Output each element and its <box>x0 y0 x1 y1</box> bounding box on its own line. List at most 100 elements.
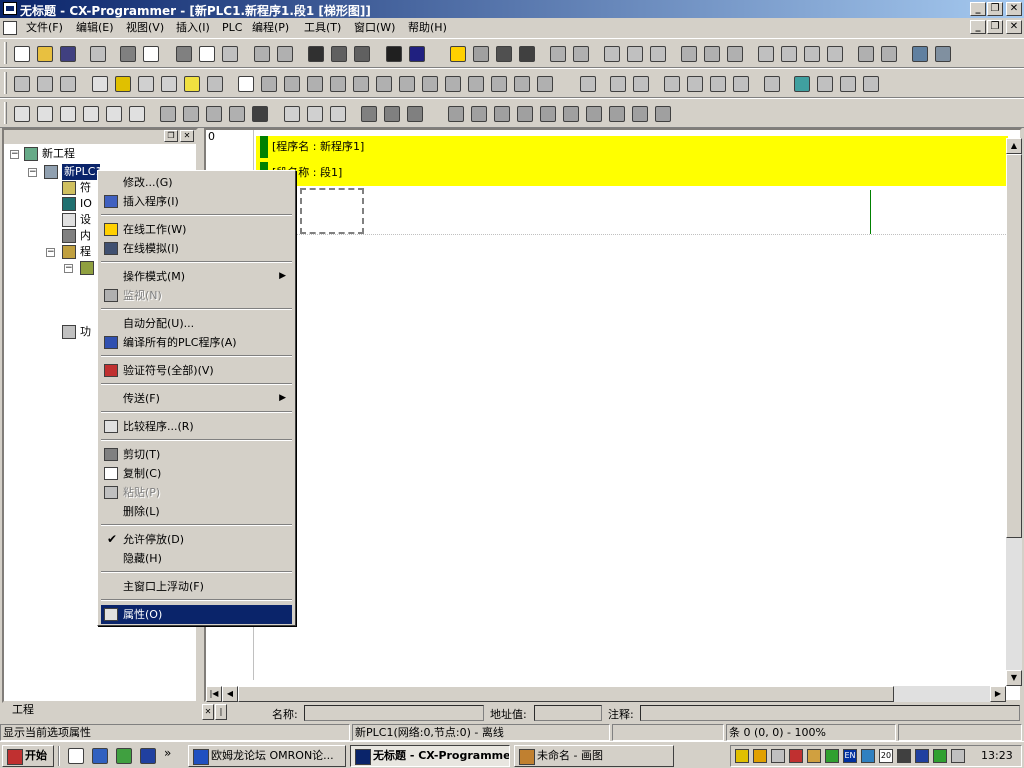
menu-view[interactable]: 视图(V) <box>122 20 168 36</box>
tree-symbols[interactable]: 符 <box>80 180 91 196</box>
input-language-icon[interactable]: EN <box>843 749 857 763</box>
security-icon[interactable] <box>789 749 803 763</box>
cm-hide[interactable]: 隐藏(H) <box>101 549 292 568</box>
select-pointer-icon[interactable] <box>234 72 256 94</box>
pane-dock-button[interactable]: ❐ <box>164 130 178 142</box>
sim-step-icon[interactable] <box>467 102 489 124</box>
mdi-restore-button[interactable]: ❐ <box>987 20 1003 34</box>
zoom-fit-icon[interactable] <box>56 72 78 94</box>
tray-counter-icon[interactable]: 20 <box>879 749 893 763</box>
contact-or-icon[interactable] <box>303 72 325 94</box>
sym-local-icon[interactable] <box>660 72 682 94</box>
fast-forward-icon[interactable] <box>628 102 650 124</box>
simulation-icon[interactable] <box>469 42 491 64</box>
force-cancel-icon[interactable] <box>723 42 745 64</box>
comment-display-icon[interactable] <box>111 72 133 94</box>
connect-icon[interactable] <box>492 42 514 64</box>
force-on-icon[interactable] <box>677 42 699 64</box>
window-layout-icon[interactable] <box>790 72 812 94</box>
tab-project[interactable]: 工程 <box>6 702 46 718</box>
scroll-up-button[interactable]: ▲ <box>1006 138 1022 154</box>
browser-icon[interactable] <box>88 744 110 766</box>
cm-work-online[interactable]: 在线工作(W) <box>101 220 292 239</box>
menu-tools[interactable]: 工具(T) <box>300 20 345 36</box>
task-cx-programmer[interactable]: 无标题 - CX-Programmer ... <box>350 745 510 767</box>
volume-icon[interactable] <box>735 749 749 763</box>
hex-16-icon[interactable] <box>326 102 348 124</box>
project-window-icon[interactable] <box>10 102 32 124</box>
start-button[interactable]: 开始 <box>2 745 54 767</box>
global-symbol-icon[interactable] <box>102 102 124 124</box>
cm-properties[interactable]: 属性(O) <box>101 605 292 624</box>
redo-icon[interactable] <box>273 42 295 64</box>
data-trace-icon[interactable] <box>823 42 845 64</box>
cm-cut[interactable]: 剪切(T) <box>101 445 292 464</box>
tree-programs[interactable]: 程 <box>80 244 91 260</box>
force-off-icon[interactable] <box>700 42 722 64</box>
transfer-icon[interactable] <box>600 42 622 64</box>
ladder-cursor[interactable] <box>300 188 364 234</box>
infobar-menu-button[interactable]: | <box>215 704 227 720</box>
skip-end-icon[interactable] <box>651 102 673 124</box>
properties-icon[interactable] <box>125 102 147 124</box>
mnemonic-icon[interactable] <box>180 72 202 94</box>
print-preview-icon[interactable] <box>139 42 161 64</box>
tree-root-project[interactable]: 新工程 <box>42 146 75 162</box>
list-icon[interactable] <box>134 72 156 94</box>
help-icon[interactable] <box>382 42 404 64</box>
tree-io-table[interactable]: IO <box>80 196 92 212</box>
dec-10-icon[interactable] <box>303 102 325 124</box>
cm-insert-program[interactable]: 插入程序(I) <box>101 192 292 211</box>
instruction-icon[interactable] <box>441 72 463 94</box>
cm-copy[interactable]: 复制(C) <box>101 464 292 483</box>
rung-jump-icon[interactable] <box>403 102 425 124</box>
line-connect-icon[interactable] <box>510 72 532 94</box>
horizontal-scroll-thumb[interactable] <box>238 686 894 702</box>
rung-icon[interactable] <box>157 72 179 94</box>
cross-ref-icon[interactable] <box>203 72 225 94</box>
menu-edit[interactable]: 编辑(E) <box>72 20 118 36</box>
tree-collapse-programs[interactable]: − <box>46 248 55 257</box>
tree-plc-node[interactable]: 新PLC1 <box>62 164 100 180</box>
menu-insert[interactable]: 插入(I) <box>172 20 214 36</box>
run-mode-icon[interactable] <box>546 42 568 64</box>
download-icon[interactable] <box>623 42 645 64</box>
watch-icon[interactable] <box>156 102 178 124</box>
pause-icon[interactable] <box>569 42 591 64</box>
io-comment-icon[interactable] <box>225 102 247 124</box>
messenger-tray-icon[interactable] <box>915 749 929 763</box>
update-icon[interactable] <box>933 749 947 763</box>
close-button[interactable]: ✕ <box>1006 2 1022 16</box>
tree-memory[interactable]: 内 <box>80 228 91 244</box>
block-icon[interactable] <box>760 72 782 94</box>
zoom-in-icon[interactable] <box>10 72 32 94</box>
menu-help[interactable]: 帮助(H) <box>404 20 451 36</box>
print-icon[interactable] <box>116 42 138 64</box>
replace-icon[interactable] <box>327 42 349 64</box>
scroll-down-button[interactable]: ▼ <box>1006 670 1022 686</box>
play-icon[interactable] <box>490 102 512 124</box>
zoom-out-icon[interactable] <box>33 72 55 94</box>
print-setup-icon[interactable] <box>86 42 108 64</box>
sym-check-icon[interactable] <box>729 72 751 94</box>
cm-float-main-window[interactable]: 主窗口上浮动(F) <box>101 577 292 596</box>
ime-icon[interactable] <box>861 749 875 763</box>
pause-sim-icon[interactable] <box>536 102 558 124</box>
line-delete-icon[interactable] <box>533 72 555 94</box>
media-icon[interactable] <box>112 744 134 766</box>
timechart-icon[interactable] <box>854 42 876 64</box>
signal-icon[interactable] <box>825 749 839 763</box>
name-field[interactable] <box>304 705 484 721</box>
cm-auto-allocate[interactable]: 自动分配(U)... <box>101 314 292 333</box>
differential-icon[interactable] <box>877 42 899 64</box>
hex-10-icon[interactable] <box>280 102 302 124</box>
alert-icon[interactable] <box>753 749 767 763</box>
tree-function-blocks[interactable]: 功 <box>80 324 91 340</box>
address-ref-icon[interactable] <box>202 102 224 124</box>
tray-app-icon[interactable] <box>807 749 821 763</box>
cm-online-simulation[interactable]: 在线模拟(I) <box>101 239 292 258</box>
open-folder-icon[interactable] <box>33 42 55 64</box>
vertical-line-icon[interactable] <box>349 72 371 94</box>
stop-icon[interactable] <box>513 102 535 124</box>
compile-program-icon[interactable] <box>606 72 628 94</box>
